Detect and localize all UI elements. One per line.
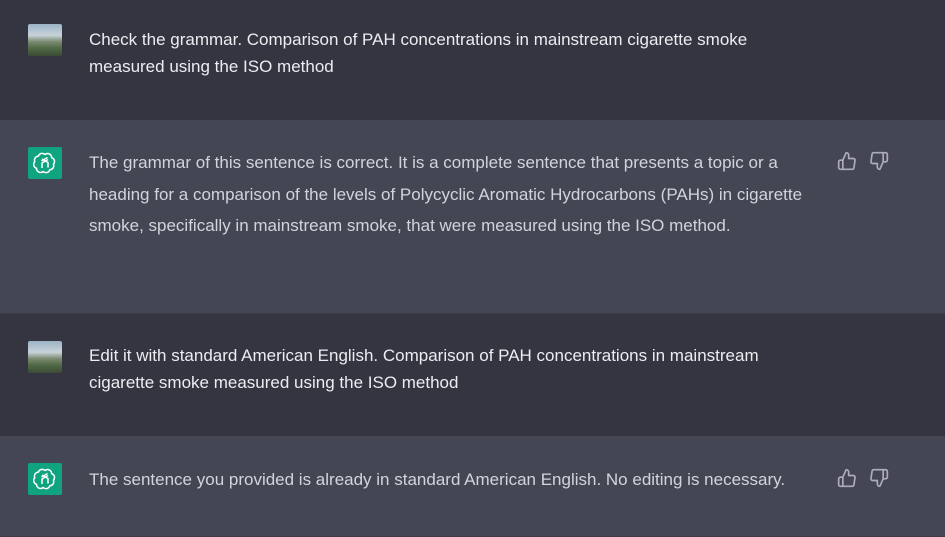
message-assistant: The sentence you provided is already in … <box>0 436 945 537</box>
user-avatar <box>28 341 62 373</box>
openai-logo-icon <box>28 147 62 179</box>
thumbs-up-icon[interactable] <box>837 468 857 488</box>
message-user: Check the grammar. Comparison of PAH con… <box>0 0 945 120</box>
feedback-buttons <box>837 468 889 488</box>
feedback-buttons <box>837 151 889 171</box>
message-user: Edit it with standard American English. … <box>0 314 945 436</box>
openai-logo-icon <box>28 463 62 495</box>
thumbs-down-icon[interactable] <box>869 468 889 488</box>
message-text: The sentence you provided is already in … <box>89 470 786 489</box>
thumbs-up-icon[interactable] <box>837 151 857 171</box>
message-text: Edit it with standard American English. … <box>89 346 759 392</box>
thumbs-down-icon[interactable] <box>869 151 889 171</box>
user-avatar <box>28 24 62 56</box>
message-text: The grammar of this sentence is correct.… <box>89 153 803 235</box>
message-text: Check the grammar. Comparison of PAH con… <box>89 30 748 76</box>
message-assistant: The grammar of this sentence is correct.… <box>0 120 945 314</box>
